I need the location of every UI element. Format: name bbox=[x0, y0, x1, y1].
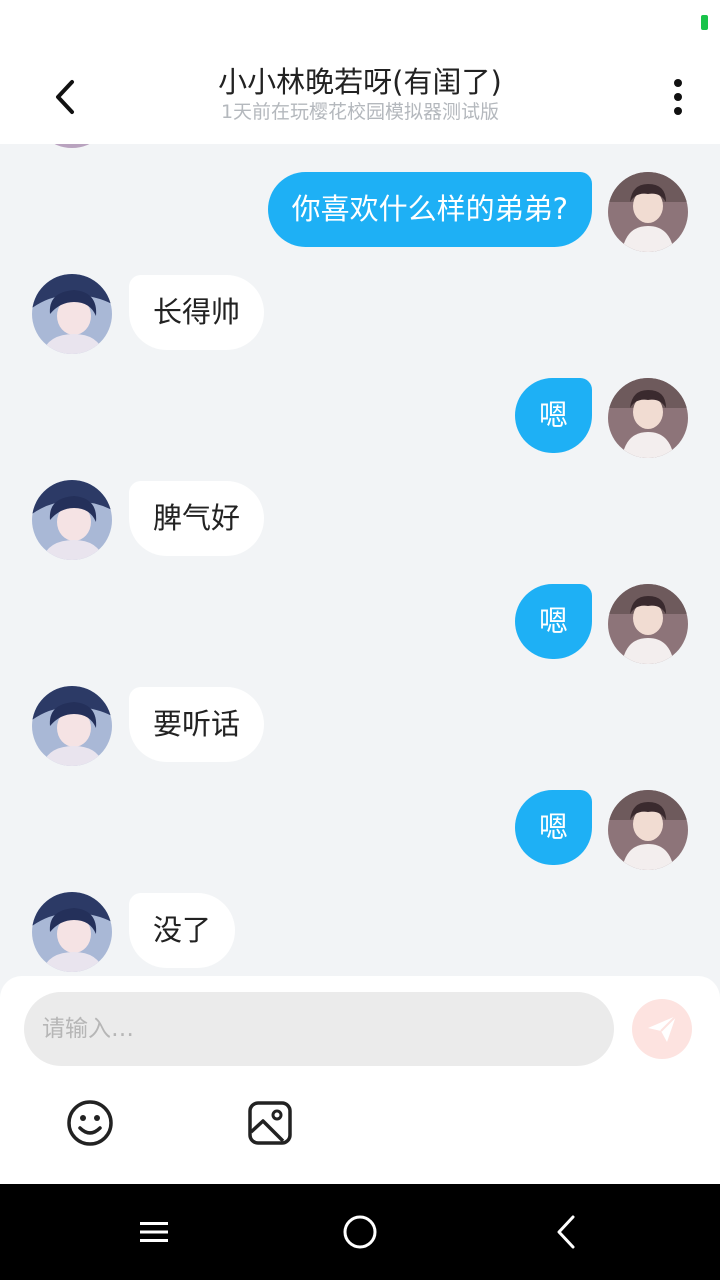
message-bubble-sent[interactable]: 嗯 bbox=[514, 584, 592, 659]
title-block: 小小林晚若呀(有闺了) 1天前在玩樱花校园模拟器测试版 bbox=[140, 64, 580, 124]
nav-home-button[interactable] bbox=[334, 1206, 386, 1258]
home-circle-icon bbox=[343, 1215, 377, 1249]
nav-back-button[interactable] bbox=[540, 1206, 592, 1258]
message-bubble-sent[interactable]: 嗯 bbox=[514, 790, 592, 865]
message-input[interactable] bbox=[24, 992, 614, 1066]
send-button[interactable] bbox=[632, 999, 692, 1059]
my-avatar[interactable] bbox=[608, 172, 688, 252]
my-avatar[interactable] bbox=[608, 790, 688, 870]
message-bubble-received[interactable]: 要听话 bbox=[129, 687, 265, 762]
status-bar bbox=[0, 0, 720, 50]
back-triangle-icon bbox=[557, 1215, 575, 1249]
contact-avatar[interactable] bbox=[32, 480, 112, 560]
message-bubble-received[interactable]: 长得帅 bbox=[129, 275, 265, 350]
chevron-left-icon bbox=[56, 80, 74, 114]
message-bubble-sent[interactable]: 你喜欢什么样的弟弟? bbox=[267, 172, 592, 247]
emoji-button[interactable] bbox=[65, 1098, 115, 1148]
battery-indicator bbox=[701, 15, 708, 30]
chat-header: 小小林晚若呀(有闺了) 1天前在玩樱花校园模拟器测试版 bbox=[0, 50, 720, 144]
composer-panel bbox=[0, 976, 720, 1184]
contact-avatar[interactable] bbox=[32, 686, 112, 766]
my-avatar[interactable] bbox=[608, 378, 688, 458]
paper-plane-icon bbox=[648, 1015, 677, 1042]
chat-title: 小小林晚若呀(有闺了) bbox=[218, 65, 502, 99]
message-bubble-sent[interactable]: 嗯 bbox=[514, 378, 592, 453]
back-button[interactable] bbox=[40, 72, 90, 122]
message-bubble-received[interactable]: 脾气好 bbox=[129, 481, 265, 556]
smiley-icon bbox=[67, 1100, 113, 1146]
image-icon bbox=[248, 1101, 292, 1145]
more-options-button[interactable] bbox=[658, 72, 698, 122]
contact-avatar[interactable] bbox=[32, 274, 112, 354]
system-nav-bar bbox=[0, 1184, 720, 1280]
menu-icon bbox=[140, 1222, 168, 1242]
message-bubble-received[interactable]: 没了 bbox=[129, 893, 236, 968]
message-list[interactable]: 你喜欢什么样的弟弟? 长得帅 嗯 脾气好 嗯 要听话 嗯 没了 bbox=[0, 144, 720, 976]
contact-avatar[interactable] bbox=[32, 892, 112, 972]
chat-subtitle: 1天前在玩樱花校园模拟器测试版 bbox=[220, 101, 500, 123]
more-vertical-icon bbox=[674, 79, 682, 115]
nav-menu-button[interactable] bbox=[128, 1206, 180, 1258]
partial-avatar bbox=[32, 144, 112, 148]
image-button[interactable] bbox=[245, 1098, 295, 1148]
my-avatar[interactable] bbox=[608, 584, 688, 664]
